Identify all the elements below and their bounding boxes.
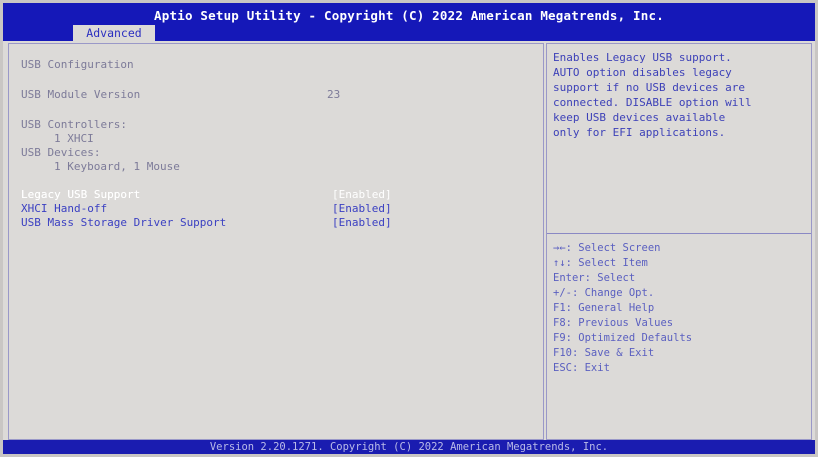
key-hint-change-opt: +/-: Change Opt.	[553, 287, 655, 299]
help-line: connected. DISABLE option will	[553, 96, 752, 109]
setting-usb-mass-storage[interactable]: USB Mass Storage Driver Support	[21, 216, 226, 229]
usb-module-version-value: 23	[327, 88, 341, 101]
usb-controllers-value: 1 XHCI	[54, 132, 94, 145]
section-title: USB Configuration	[21, 58, 134, 71]
key-hint-optimized-defaults: F9: Optimized Defaults	[553, 332, 693, 344]
title-text: Aptio Setup Utility - Copyright (C) 2022…	[154, 8, 664, 23]
help-line: keep USB devices available	[553, 111, 726, 124]
title-bar: Aptio Setup Utility - Copyright (C) 2022…	[3, 3, 815, 41]
setting-xhci-hand-off[interactable]: XHCI Hand-off	[21, 202, 107, 215]
help-divider	[547, 233, 811, 234]
help-line: Enables Legacy USB support.	[553, 51, 732, 64]
help-line: AUTO option disables legacy	[553, 66, 732, 79]
key-hint-general-help: F1: General Help	[553, 302, 655, 314]
usb-module-version-label: USB Module Version	[21, 88, 141, 101]
key-hint-exit: ESC: Exit	[553, 362, 610, 374]
setting-legacy-usb-support[interactable]: Legacy USB Support	[21, 188, 140, 201]
setting-xhci-hand-off-value[interactable]: [Enabled]	[332, 202, 392, 215]
help-line: only for EFI applications.	[553, 126, 726, 139]
key-hint-previous-values: F8: Previous Values	[553, 317, 674, 329]
usb-controllers-label: USB Controllers:	[21, 118, 127, 131]
usb-devices-value: 1 Keyboard, 1 Mouse	[54, 160, 180, 173]
main-panel: USB Configuration USB Module Version 23 …	[8, 43, 544, 440]
bios-screen: Aptio Setup Utility - Copyright (C) 2022…	[3, 3, 815, 454]
setting-usb-mass-storage-value[interactable]: [Enabled]	[332, 216, 392, 229]
key-hint-select-item: ↑↓: Select Item	[553, 257, 648, 269]
usb-devices-label: USB Devices:	[21, 146, 101, 159]
setting-legacy-usb-support-value[interactable]: [Enabled]	[332, 188, 392, 201]
help-panel: Enables Legacy USB support. AUTO option …	[546, 43, 812, 440]
key-hint-save-exit: F10: Save & Exit	[553, 347, 655, 359]
footer-bar: Version 2.20.1271. Copyright (C) 2022 Am…	[3, 440, 815, 454]
tab-advanced[interactable]: Advanced	[73, 25, 155, 41]
footer-text: Version 2.20.1271. Copyright (C) 2022 Am…	[209, 441, 609, 453]
help-line: support if no USB devices are	[553, 81, 746, 94]
key-hint-select-screen: →←: Select Screen	[553, 242, 661, 254]
key-hint-enter: Enter: Select	[553, 272, 636, 284]
